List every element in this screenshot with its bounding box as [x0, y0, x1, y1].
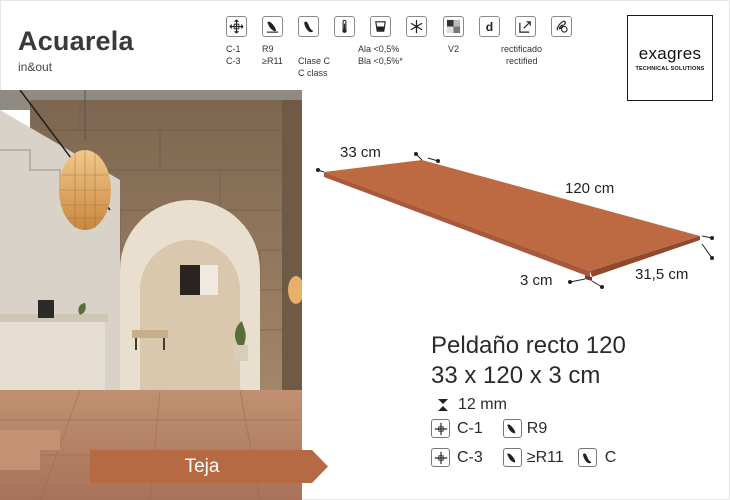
thickness-value: 12 mm	[458, 396, 507, 413]
color-tab: Teja	[90, 450, 328, 483]
thickness-icon	[433, 398, 452, 412]
clip-icon	[551, 16, 572, 37]
spec-rectified-2: rectified	[506, 56, 538, 66]
product-name: Peldaño recto 120	[431, 332, 626, 359]
frost-resistance-icon	[431, 448, 450, 467]
slip-resistance-icon	[262, 16, 283, 37]
spec-absorption-1: Ala <0,5%	[358, 44, 400, 54]
d-icon: d	[479, 16, 500, 37]
spec-class-2: C class	[298, 68, 328, 78]
dimension-nose: 31,5 cm	[635, 266, 689, 283]
thickness-row: 12 mm	[433, 396, 507, 414]
spec-absorption-2: Bla <0,5%*	[358, 56, 403, 66]
spec-slip-1: R9	[262, 44, 274, 54]
snowflake-icon	[406, 16, 427, 37]
spec-slip-2: ≥R11	[262, 56, 283, 66]
dimension-thickness: 3 cm	[520, 272, 553, 289]
slip-value: R9	[526, 419, 548, 437]
spec-rectified-1: rectificado	[501, 44, 543, 54]
svg-text:d: d	[486, 20, 493, 34]
spec-row-1: C-1 R9	[431, 419, 547, 438]
slip-value-2: ≥R11	[526, 448, 564, 466]
dimension-depth: 33 cm	[340, 144, 381, 161]
brand-tagline: TECHNICAL SOLUTIONS	[635, 66, 705, 72]
water-absorption-icon	[370, 16, 391, 37]
footprint-icon	[577, 448, 597, 467]
frost-resistance-icon	[431, 419, 450, 438]
collection-subtitle: in&out	[18, 60, 53, 74]
frost-value: C-1	[457, 419, 483, 437]
brand-logo: exagres TECHNICAL SOLUTIONS	[627, 15, 713, 101]
interior-photo	[0, 90, 302, 500]
spec-shade: V2	[448, 44, 460, 54]
footprint-icon	[298, 16, 319, 37]
class-value: C	[604, 448, 617, 466]
shade-variation-icon	[443, 16, 464, 37]
frost-resistance-icon	[226, 16, 247, 37]
spec-frost-1: C-1	[226, 44, 241, 54]
brand-name: exagres	[638, 44, 702, 63]
color-label: Teja	[184, 456, 220, 477]
collection-title: Acuarela	[18, 26, 134, 56]
dimension-length: 120 cm	[565, 180, 615, 197]
spec-row-2: C-3 ≥R11 C	[431, 448, 616, 467]
thermometer-icon	[334, 16, 355, 37]
spec-frost-2: C-3	[226, 56, 241, 66]
product-dimensions: 33 x 120 x 3 cm	[431, 362, 601, 389]
rectified-icon	[515, 16, 536, 37]
step-diagram: 33 cm 120 cm 3 cm 31,5 cm	[310, 140, 730, 310]
slip-resistance-icon	[502, 419, 522, 438]
frost-value-2: C-3	[457, 448, 483, 466]
slip-resistance-icon	[502, 448, 522, 467]
spec-class-1: Clase C	[298, 56, 331, 66]
